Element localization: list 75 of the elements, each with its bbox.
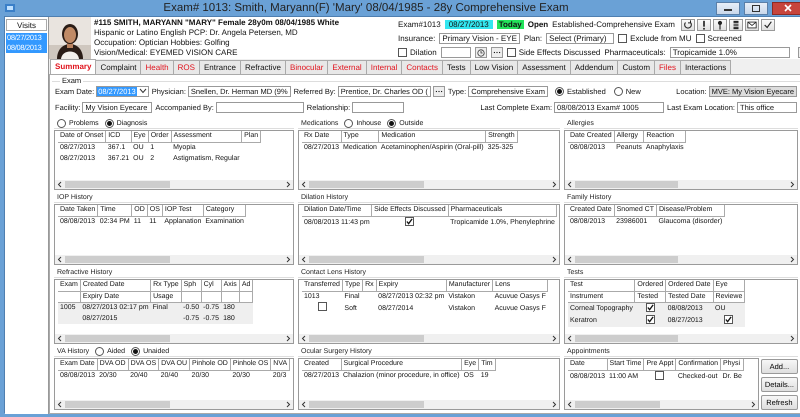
tab[interactable]: Health [140, 60, 174, 74]
tab[interactable]: Contacts [401, 60, 443, 74]
horizontal-scrollbar[interactable] [55, 334, 293, 343]
checkbox[interactable]: Dilation [398, 48, 437, 57]
check-icon [725, 316, 732, 322]
tab[interactable]: Addendum [570, 60, 618, 74]
tab[interactable]: Assessment [517, 60, 571, 74]
horizontal-scrollbar[interactable] [565, 180, 797, 189]
patient-info: Occupation: Optician Hobbies: Golfing [94, 38, 231, 48]
close-icon [784, 4, 792, 12]
patient-info: Hispanic or Latino English PCP: Dr. Angela Petersen, MD [94, 28, 299, 38]
horizontal-scrollbar[interactable] [299, 400, 559, 409]
window-title: Exam# 1013: Smith, Maryann(F) 'Mary' 08/04/1985 - 28y Comprehensive Exam [162, 2, 570, 14]
horizontal-scrollbar[interactable] [299, 334, 559, 343]
field-label: Plan: [524, 34, 542, 43]
text-field[interactable]: Select (Primary) [546, 33, 614, 44]
minimize-button[interactable] [716, 2, 740, 14]
check-icon [406, 218, 414, 224]
stack-icon[interactable] [728, 18, 743, 30]
horizontal-scrollbar[interactable] [55, 255, 293, 264]
today-badge: Today [496, 20, 524, 29]
tab[interactable]: Low Vision [470, 60, 518, 74]
checkbox[interactable]: Side Effects Discussed [506, 48, 600, 57]
horizontal-scrollbar[interactable] [565, 255, 797, 264]
horizontal-scrollbar[interactable] [565, 334, 797, 343]
check-icon[interactable] [760, 18, 775, 30]
text-field[interactable]: Primary Vision - EYE [439, 33, 520, 44]
clock-button[interactable] [474, 47, 487, 58]
checkbox[interactable]: Screened [696, 34, 742, 43]
exam-number: Exam#1013 [398, 20, 441, 29]
refresh-icon[interactable] [680, 18, 695, 30]
text-field[interactable]: Tropicamide 1.0% [670, 47, 790, 58]
close-button[interactable] [772, 2, 800, 14]
tab[interactable]: Binocular [285, 60, 328, 74]
text-field[interactable] [352, 102, 404, 112]
app-icon [4, 2, 16, 14]
tab[interactable]: External [327, 60, 367, 74]
horizontal-scrollbar[interactable] [55, 180, 293, 189]
horizontal-scrollbar[interactable] [55, 400, 293, 409]
exam-date-badge: 08/27/2013 [444, 20, 493, 29]
checkbox[interactable] [318, 302, 327, 311]
horizontal-scrollbar[interactable] [299, 255, 559, 264]
tab[interactable]: Custom [617, 60, 656, 74]
browse-button[interactable] [490, 47, 503, 58]
tab[interactable]: Internal [366, 60, 402, 74]
exam-status: Open [528, 20, 548, 29]
tab[interactable]: Interactions [680, 60, 732, 74]
patient-info: Vision/Medical: EYEMED VISION CARE [94, 48, 238, 58]
field-label: Pharmaceuticals: [604, 48, 666, 57]
maximize-button[interactable] [744, 2, 768, 14]
column-header[interactable]: Visits [6, 19, 47, 31]
envelope-icon[interactable] [744, 18, 759, 30]
browse-button[interactable] [432, 86, 445, 96]
tab[interactable]: Refractive [240, 60, 286, 74]
patient-info: #115 SMITH, MARYANN "MARY" Female 28y0m 08/04/1985 White [94, 18, 340, 28]
more-icon [434, 90, 443, 92]
tab[interactable]: Summary [50, 59, 96, 74]
field-label: Insurance: [398, 34, 436, 43]
exam-type: Established-Comprehensive Exam [552, 20, 675, 29]
checkbox[interactable]: Exclude from MU [618, 34, 692, 43]
tab[interactable]: Complaint [95, 60, 142, 74]
maximize-icon [752, 4, 760, 12]
exclamation-icon[interactable] [696, 18, 711, 30]
tab[interactable]: ROS [172, 60, 200, 74]
horizontal-scrollbar[interactable] [565, 400, 758, 409]
tab[interactable]: Files [654, 60, 681, 74]
tab[interactable]: Entrance [198, 60, 241, 74]
tab[interactable]: Tests [442, 60, 471, 74]
caret-icon [138, 88, 147, 94]
more-icon [492, 51, 501, 54]
pin-icon[interactable] [712, 18, 727, 30]
clock-icon [476, 48, 485, 56]
text-field[interactable] [440, 47, 471, 58]
horizontal-scrollbar[interactable] [299, 180, 559, 189]
text-field[interactable] [216, 102, 304, 112]
